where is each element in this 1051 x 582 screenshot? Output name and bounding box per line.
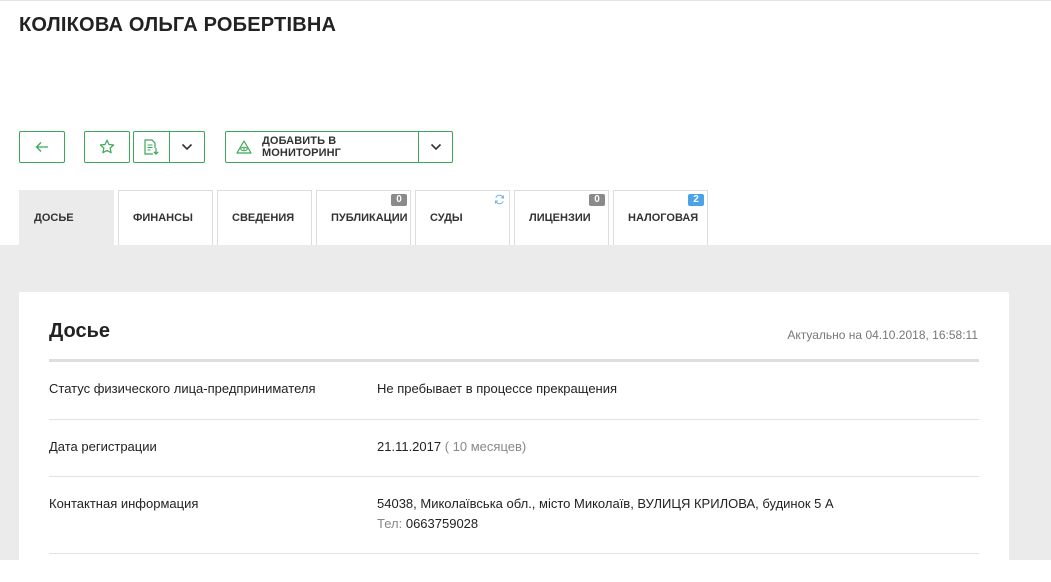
count-badge: 0 [391, 194, 407, 206]
star-icon [99, 139, 115, 154]
count-badge: 2 [688, 194, 704, 206]
tab-finance[interactable]: ФИНАНСЫ [118, 190, 213, 245]
registration-value: 21.11.2017 ( 10 месяцев) [377, 437, 526, 457]
address: 54038, Миколаївська обл., місто Миколаїв… [377, 496, 834, 511]
tab-licenses[interactable]: ЛИЦЕНЗИИ 0 [514, 190, 609, 245]
tab-publications[interactable]: ПУБЛИКАЦИИ 0 [316, 190, 411, 245]
monitoring-dropdown-button[interactable] [418, 132, 452, 162]
registration-age: ( 10 месяцев) [444, 439, 527, 454]
document-download-icon [144, 139, 159, 155]
status-value: Не пребывает в процессе прекращения [377, 381, 618, 396]
dossier-row-status: Статус физического лица-предпринимателя … [49, 362, 979, 420]
page-title: КОЛІКОВА ОЛЬГА РОБЕРТІВНА [19, 14, 337, 36]
dossier-row-registration: Дата регистрации 21.11.2017 ( 10 месяцев… [49, 420, 979, 477]
tab-label: ЛИЦЕНЗИИ [529, 212, 591, 224]
dossier-row-contacts: Контактная информация 54038, Миколаївськ… [49, 477, 979, 554]
phone-label: Тел: [377, 516, 403, 531]
registration-date: 21.11.2017 [377, 439, 442, 454]
row-key: Статус физического лица-предпринимателя [49, 381, 316, 396]
arrow-left-icon [35, 142, 48, 152]
count-badge: 0 [589, 194, 605, 206]
tab-label: ДОСЬЕ [34, 212, 74, 224]
tab-label: ФИНАНСЫ [133, 212, 193, 224]
export-button-group [133, 131, 205, 163]
row-key: Дата регистрации [49, 439, 157, 454]
tab-label: ПУБЛИКАЦИИ [331, 212, 408, 224]
tab-courts[interactable]: СУДЫ [415, 190, 510, 245]
add-monitoring-label: ДОБАВИТЬ В МОНИТОРИНГ [261, 135, 341, 159]
dossier-title: Досье [49, 320, 110, 342]
phone-number: 0663759028 [405, 516, 479, 531]
favorite-button[interactable] [84, 131, 130, 163]
tab-info[interactable]: СВЕДЕНИЯ [217, 190, 312, 245]
top-border [0, 0, 1051, 1]
tab-tax[interactable]: НАЛОГОВАЯ 2 [613, 190, 708, 245]
tab-label: СВЕДЕНИЯ [232, 212, 295, 224]
chevron-down-icon [181, 143, 192, 151]
dossier-card: Досье Актуально на 04.10.2018, 16:58:11 … [19, 292, 1009, 582]
refresh-icon [494, 194, 505, 205]
monitoring-eye-icon [236, 140, 252, 154]
row-key: Контактная информация [49, 496, 199, 511]
tab-dossier[interactable]: ДОСЬЕ [19, 190, 114, 245]
add-monitoring-button-group: ДОБАВИТЬ В МОНИТОРИНГ [225, 131, 453, 163]
export-dropdown-button[interactable] [168, 132, 205, 162]
tab-label: СУДЫ [430, 212, 463, 224]
export-document-button[interactable] [134, 132, 169, 162]
tab-label: НАЛОГОВАЯ [628, 212, 699, 224]
back-button[interactable] [19, 131, 65, 163]
contact-value: 54038, Миколаївська обл., місто Миколаїв… [377, 494, 834, 534]
last-updated: Актуально на 04.10.2018, 16:58:11 [787, 328, 978, 342]
add-monitoring-button[interactable]: ДОБАВИТЬ В МОНИТОРИНГ [226, 132, 418, 162]
chevron-down-icon [430, 143, 441, 151]
